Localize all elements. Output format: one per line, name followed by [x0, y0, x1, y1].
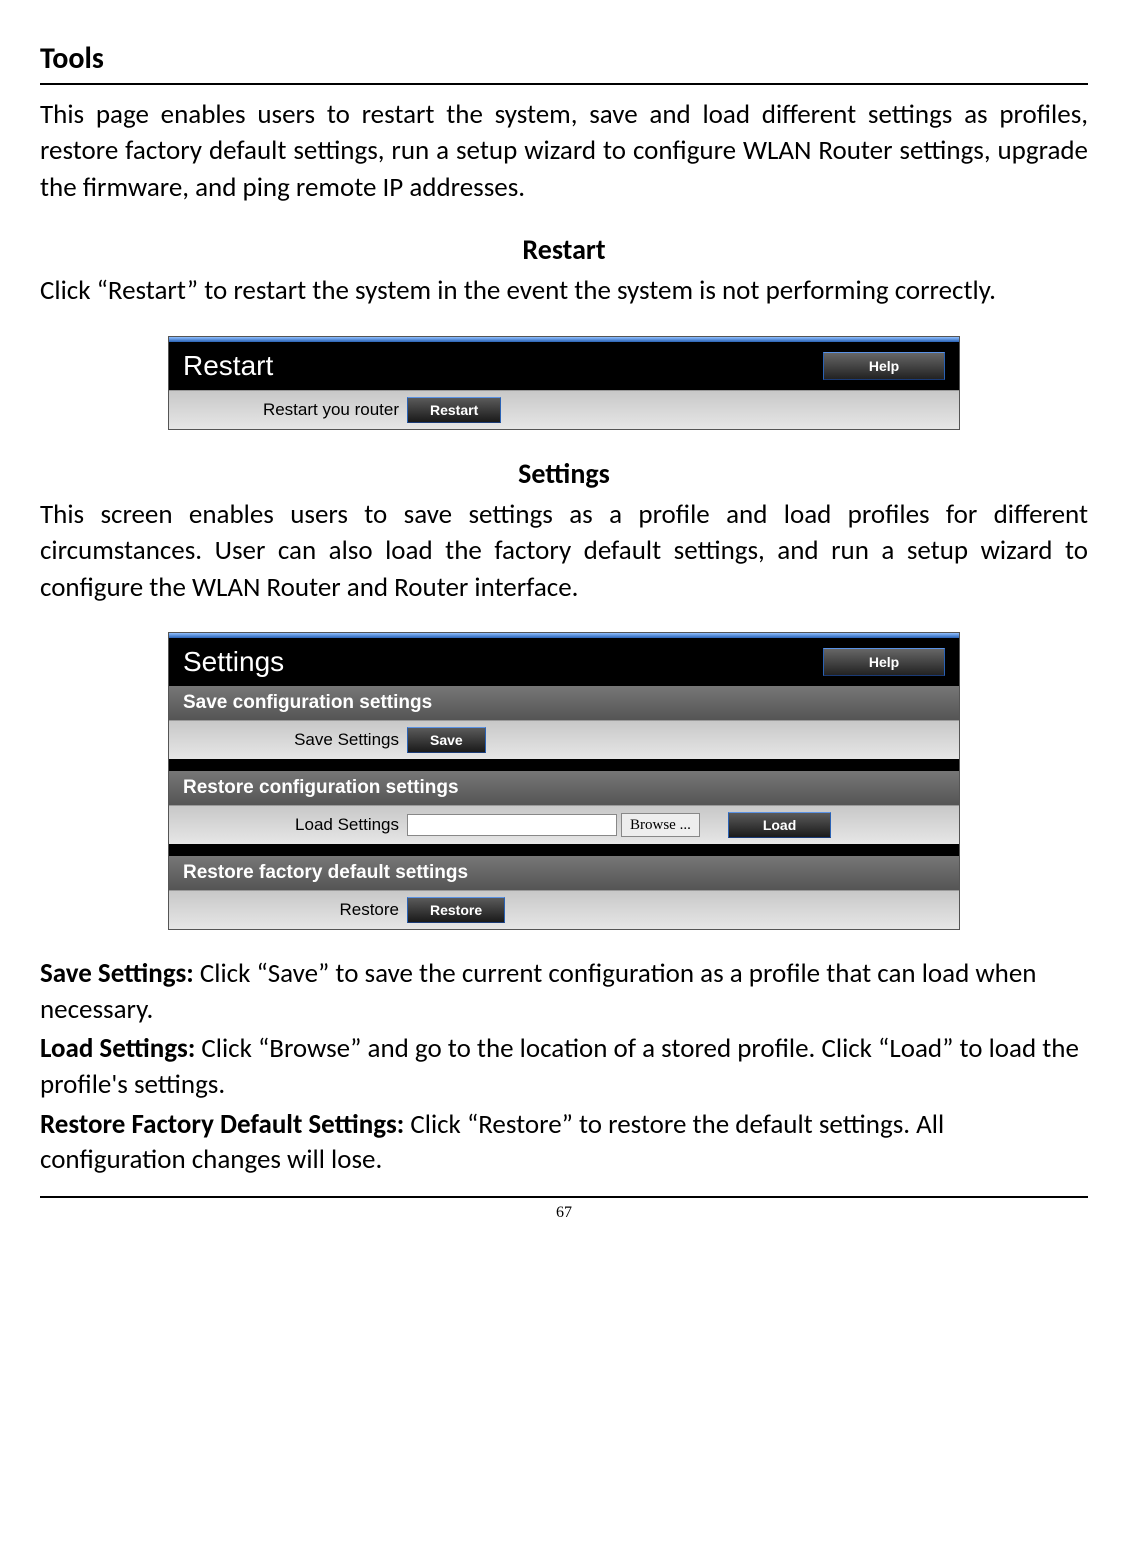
load-settings-label: Load Settings	[169, 815, 407, 835]
restore-factory-section-header: Restore factory default settings	[169, 856, 959, 890]
browse-button[interactable]: Browse ...	[621, 813, 700, 837]
restore-label: Restore	[169, 900, 407, 920]
load-settings-note: Load Settings: Click “Browse” and go to …	[40, 1031, 1088, 1102]
load-button[interactable]: Load	[728, 812, 831, 838]
save-settings-note: Save Settings: Click “Save” to save the …	[40, 956, 1088, 1027]
restore-cfg-section-header: Restore configuration settings	[169, 771, 959, 805]
intro-text: This page enables users to restart the s…	[40, 97, 1088, 206]
help-button[interactable]: Help	[823, 352, 945, 380]
settings-panel: Settings Help Save configuration setting…	[168, 632, 960, 930]
help-button[interactable]: Help	[823, 648, 945, 676]
divider	[40, 83, 1088, 85]
settings-body: This screen enables users to save settin…	[40, 497, 1088, 606]
restart-panel-title: Restart	[183, 350, 273, 382]
save-settings-label: Save Settings	[169, 730, 407, 750]
restart-heading: Restart	[40, 232, 1088, 267]
restore-button[interactable]: Restore	[407, 897, 505, 923]
settings-panel-title: Settings	[183, 646, 284, 678]
restart-row-label: Restart you router	[169, 400, 407, 420]
save-section-header: Save configuration settings	[169, 686, 959, 720]
page-number: 67	[40, 1204, 1088, 1222]
divider	[40, 1196, 1088, 1198]
load-settings-input[interactable]	[407, 814, 617, 836]
restore-factory-note: Restore Factory Default Settings: Click …	[40, 1107, 1088, 1178]
page-title: Tools	[40, 40, 1088, 77]
restart-body: Click “Restart” to restart the system in…	[40, 273, 1088, 309]
restart-panel: Restart Help Restart you router Restart	[168, 336, 960, 430]
settings-heading: Settings	[40, 456, 1088, 491]
save-button[interactable]: Save	[407, 727, 486, 753]
restart-button[interactable]: Restart	[407, 397, 501, 423]
